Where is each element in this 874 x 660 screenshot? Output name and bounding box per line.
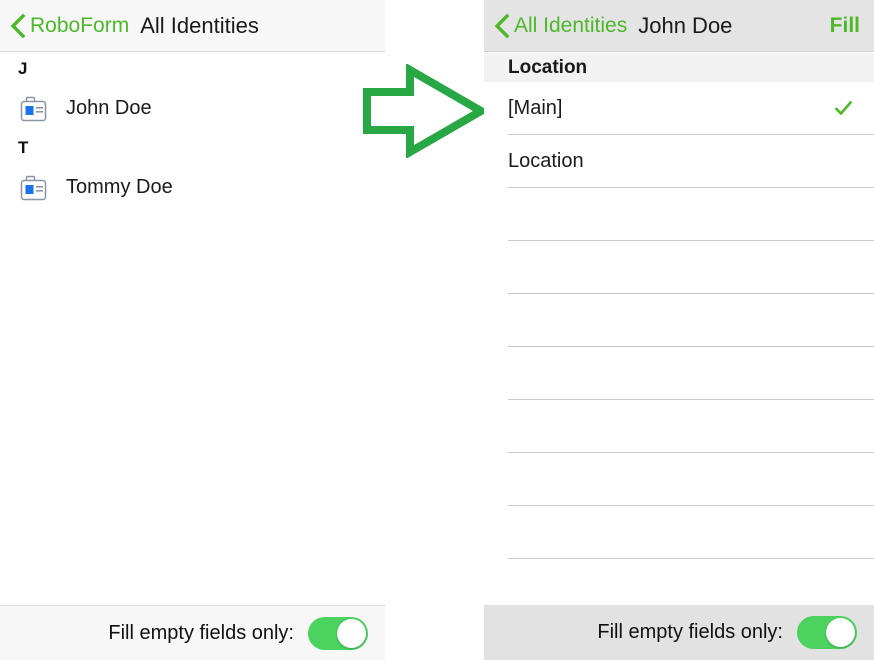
checkmark-icon: [834, 100, 853, 116]
identity-fields-list: Location [Main] Location: [484, 53, 874, 612]
toggle-knob: [826, 618, 855, 647]
chevron-left-icon[interactable]: [10, 13, 26, 39]
chevron-left-icon[interactable]: [494, 13, 510, 39]
fill-empty-fields-toggle[interactable]: [797, 616, 857, 649]
identity-detail-panel: All Identities John Doe Fill Location [M…: [484, 0, 874, 660]
identities-list: J John Doe T Tommy Doe: [0, 53, 385, 605]
table-row[interactable]: [484, 188, 874, 241]
arrow-right-icon: [362, 63, 489, 159]
fill-empty-fields-label: Fill empty fields only:: [597, 621, 783, 643]
id-card-icon: [20, 175, 47, 201]
right-navbar: All Identities John Doe Fill: [484, 0, 874, 52]
right-page-title: John Doe: [638, 12, 733, 38]
table-row[interactable]: Location: [484, 135, 874, 188]
field-label: Location: [508, 150, 584, 172]
list-item[interactable]: John Doe: [0, 85, 385, 132]
table-row[interactable]: [Main]: [484, 82, 874, 135]
fill-empty-fields-toggle[interactable]: [308, 616, 368, 650]
field-label: [Main]: [508, 97, 563, 119]
table-row[interactable]: [484, 400, 874, 453]
table-row[interactable]: [484, 506, 874, 559]
fill-empty-fields-label: Fill empty fields only:: [108, 621, 294, 644]
identity-name: John Doe: [66, 97, 152, 119]
table-row[interactable]: [484, 347, 874, 400]
table-row[interactable]: [484, 294, 874, 347]
back-button-label[interactable]: RoboForm: [30, 15, 129, 36]
identity-name: Tommy Doe: [66, 176, 173, 198]
list-item[interactable]: Tommy Doe: [0, 164, 385, 211]
back-button-label[interactable]: All Identities: [514, 15, 627, 36]
right-bottom-bar: Fill empty fields only:: [484, 605, 874, 660]
table-row[interactable]: [484, 453, 874, 506]
fill-button[interactable]: Fill: [830, 15, 860, 36]
left-page-title: All Identities: [140, 12, 259, 38]
left-navbar: RoboForm All Identities: [0, 0, 385, 52]
identities-list-panel: RoboForm All Identities J John Doe T Tom…: [0, 0, 385, 660]
toggle-knob: [337, 618, 366, 648]
left-bottom-bar: Fill empty fields only:: [0, 605, 385, 660]
id-card-icon: [20, 96, 47, 122]
table-row[interactable]: [484, 241, 874, 294]
group-header-location: Location: [484, 53, 874, 82]
section-header-t: T: [18, 138, 29, 157]
section-header-j: J: [18, 59, 28, 78]
